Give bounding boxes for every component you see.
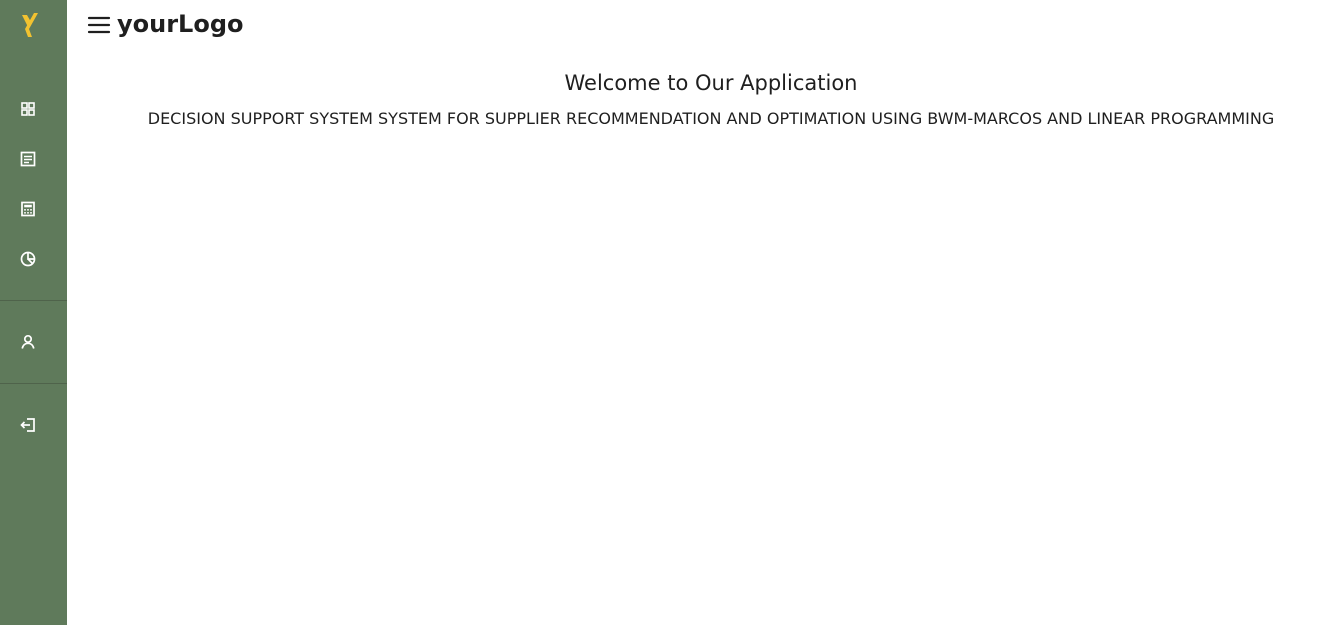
calculator-icon (21, 201, 35, 217)
menu-toggle-button[interactable] (87, 13, 111, 37)
welcome-title: Welcome to Our Application (564, 71, 858, 95)
document-icon (20, 151, 36, 167)
logout-icon (20, 418, 35, 432)
user-icon (21, 334, 35, 349)
topbar: yourLogo (67, 0, 1331, 48)
logo-text[interactable]: yourLogo (117, 6, 244, 42)
chart-icon (20, 251, 36, 267)
sidebar-item-dashboard[interactable] (16, 97, 40, 121)
sidebar-item-chart[interactable] (16, 247, 40, 271)
sidebar-item-calculator[interactable] (16, 197, 40, 221)
app-shell: yourLogo Welcome to Our Application DECI… (0, 0, 1331, 625)
sidebar-item-user[interactable] (16, 330, 40, 354)
application-subtitle: DECISION SUPPORT SYSTEM SYSTEM FOR SUPPL… (147, 109, 1275, 128)
sidebar (0, 0, 67, 625)
brand-icon[interactable] (16, 11, 40, 39)
main-content: Welcome to Our Application DECISION SUPP… (67, 48, 1331, 625)
sidebar-divider-top (0, 300, 67, 301)
sidebar-item-logout[interactable] (16, 413, 40, 437)
sidebar-item-documents[interactable] (16, 147, 40, 171)
dashboard-icon (21, 102, 35, 116)
menu-icon (87, 16, 111, 34)
sidebar-divider-bottom (0, 383, 67, 384)
